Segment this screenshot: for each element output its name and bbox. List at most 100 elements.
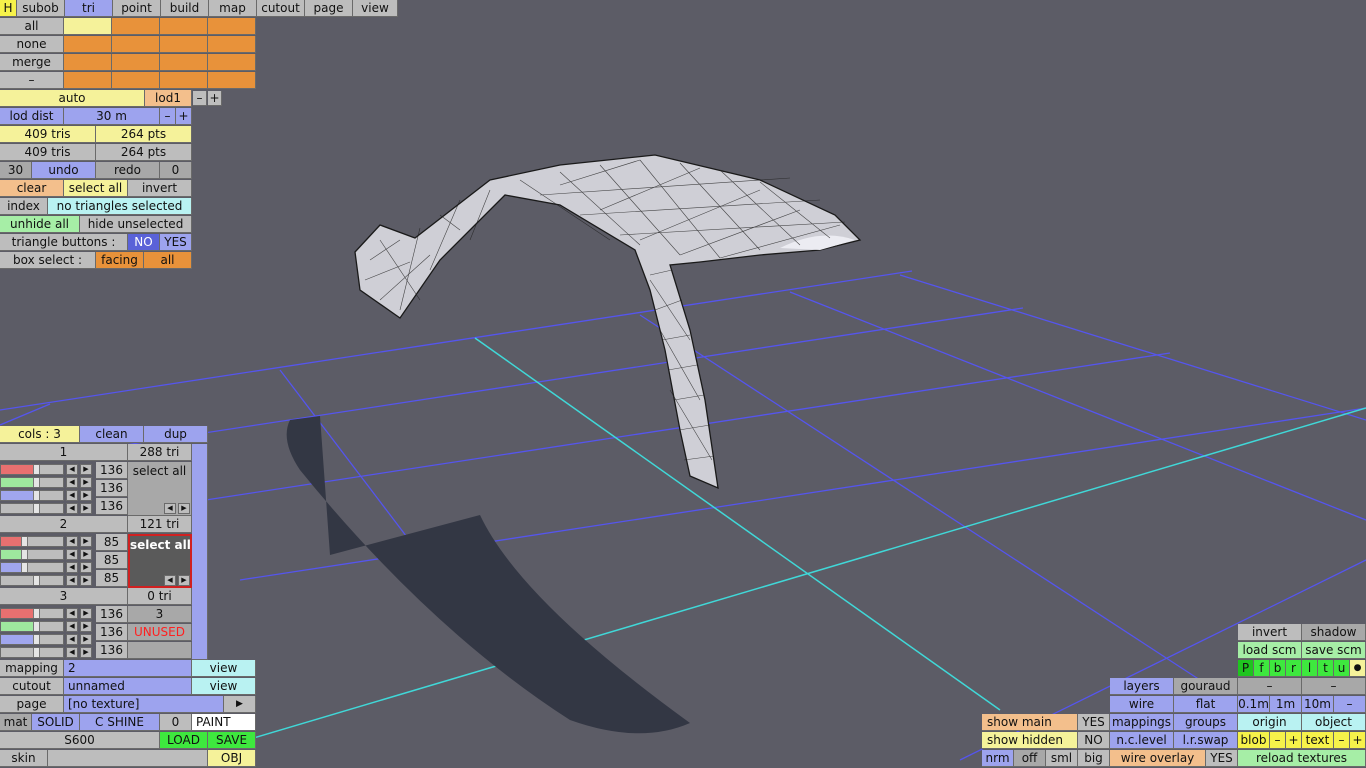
lr-swap-button[interactable]: l.r.swap	[1174, 732, 1238, 749]
clean-button[interactable]: clean	[80, 426, 144, 443]
index-button[interactable]: index	[0, 198, 48, 215]
arrow-left-icon[interactable]: ◀	[66, 621, 78, 632]
cutout-view-button[interactable]: view	[192, 678, 256, 695]
blob-minus-button[interactable]: –	[1270, 732, 1286, 749]
arrow-right-icon[interactable]: ▶	[80, 464, 92, 475]
view-right-button[interactable]: r	[1286, 660, 1302, 677]
sml-button[interactable]: sml	[1046, 750, 1078, 767]
view-top-button[interactable]: t	[1318, 660, 1334, 677]
page-next-icon[interactable]: ▶	[224, 696, 256, 713]
mapping-field[interactable]: 2	[64, 660, 192, 677]
subob-cell[interactable]	[64, 54, 112, 71]
nrm-button[interactable]: nrm	[982, 750, 1014, 767]
clear-selection-button[interactable]: clear	[0, 180, 64, 197]
select-all-button[interactable]: select all	[64, 180, 128, 197]
shine-value[interactable]: 0	[160, 714, 192, 731]
subob-cell[interactable]	[208, 72, 256, 89]
dash-right-button[interactable]: –	[1302, 678, 1366, 695]
color-value-g[interactable]: 136	[96, 624, 128, 641]
arrow-left-icon[interactable]: ◀	[66, 490, 78, 501]
color-value-r[interactable]: 85	[96, 534, 128, 551]
groups-button[interactable]: groups	[1174, 714, 1238, 731]
skin-field[interactable]	[48, 750, 208, 767]
color-value-g[interactable]: 85	[96, 552, 128, 569]
subob-cell[interactable]	[208, 18, 256, 35]
undo-button[interactable]: undo	[32, 162, 96, 179]
grid-minus-button[interactable]: –	[1334, 696, 1366, 713]
hide-unselected-button[interactable]: hide unselected	[80, 216, 192, 233]
show-main-button[interactable]: show main	[982, 714, 1078, 731]
arrow-left-icon[interactable]: ◀	[66, 464, 78, 475]
color-value-r[interactable]: 136	[96, 606, 128, 623]
tab-subob[interactable]: subob	[17, 0, 65, 17]
tab-view[interactable]: view	[353, 0, 398, 17]
color-value-b[interactable]: 85	[96, 570, 128, 587]
dash-left-button[interactable]: –	[1238, 678, 1302, 695]
box-select-facing[interactable]: facing	[96, 252, 144, 269]
arrow-right-icon[interactable]: ▶	[178, 575, 190, 586]
c-shine-button[interactable]: C SHINE	[80, 714, 160, 731]
arrow-right-icon[interactable]: ▶	[80, 562, 92, 573]
shadow-button[interactable]: shadow	[1302, 624, 1366, 641]
arrow-right-icon[interactable]: ▶	[80, 536, 92, 547]
arrow-left-icon[interactable]: ◀	[164, 503, 176, 514]
subob-cell[interactable]	[112, 54, 160, 71]
view-front-button[interactable]: f	[1254, 660, 1270, 677]
red-slider[interactable]	[0, 536, 64, 547]
view-dot-icon[interactable]: ●	[1350, 660, 1366, 677]
arrow-right-icon[interactable]: ▶	[80, 647, 92, 658]
blob-plus-button[interactable]: +	[1286, 732, 1302, 749]
tab-cutout[interactable]: cutout	[257, 0, 305, 17]
subob-cell[interactable]	[160, 54, 208, 71]
page-field[interactable]: [no texture]	[64, 696, 224, 713]
select-all-subob-button[interactable]: all	[0, 18, 64, 35]
save-button[interactable]: SAVE	[208, 732, 256, 749]
view-perspective-button[interactable]: P	[1238, 660, 1254, 677]
subob-cell[interactable]	[64, 72, 112, 89]
arrow-right-icon[interactable]: ▶	[80, 477, 92, 488]
model-name[interactable]: S600	[0, 732, 160, 749]
solid-button[interactable]: SOLID	[32, 714, 80, 731]
save-scm-button[interactable]: save scm	[1302, 642, 1366, 659]
green-slider[interactable]	[0, 477, 64, 488]
nc-level-button[interactable]: n.c.level	[1110, 732, 1174, 749]
subob-cell[interactable]	[160, 72, 208, 89]
object-button[interactable]: object	[1302, 714, 1366, 731]
obj-button[interactable]: OBJ	[208, 750, 256, 767]
tab-tri[interactable]: tri	[65, 0, 113, 17]
arrow-right-icon[interactable]: ▶	[80, 503, 92, 514]
wire-overlay-yes[interactable]: YES	[1206, 750, 1238, 767]
subob-cell[interactable]	[112, 18, 160, 35]
blob-button[interactable]: blob	[1238, 732, 1270, 749]
view-back-button[interactable]: b	[1270, 660, 1286, 677]
blue-slider[interactable]	[0, 634, 64, 645]
arrow-right-icon[interactable]: ▶	[80, 608, 92, 619]
triangle-buttons-no[interactable]: NO	[128, 234, 160, 251]
arrow-right-icon[interactable]: ▶	[80, 549, 92, 560]
arrow-left-icon[interactable]: ◀	[66, 503, 78, 514]
subob-cell[interactable]	[112, 72, 160, 89]
arrow-left-icon[interactable]: ◀	[66, 536, 78, 547]
cols-scrollbar[interactable]	[192, 444, 208, 660]
lod-minus-button[interactable]: –	[193, 91, 207, 106]
tab-map[interactable]: map	[209, 0, 257, 17]
arrow-left-icon[interactable]: ◀	[66, 608, 78, 619]
tab-build[interactable]: build	[161, 0, 209, 17]
box-select-all[interactable]: all	[144, 252, 192, 269]
origin-button[interactable]: origin	[1238, 714, 1302, 731]
view-under-button[interactable]: u	[1334, 660, 1350, 677]
flat-button[interactable]: flat	[1174, 696, 1238, 713]
dash-button[interactable]: –	[0, 72, 64, 89]
arrow-right-icon[interactable]: ▶	[80, 621, 92, 632]
tab-point[interactable]: point	[113, 0, 161, 17]
cutout-field[interactable]: unnamed	[64, 678, 192, 695]
arrow-right-icon[interactable]: ▶	[80, 634, 92, 645]
redo-button[interactable]: redo	[96, 162, 160, 179]
gouraud-button[interactable]: gouraud	[1174, 678, 1238, 695]
reload-textures-button[interactable]: reload textures	[1238, 750, 1366, 767]
green-slider[interactable]	[0, 621, 64, 632]
color-value-b[interactable]: 136	[96, 642, 128, 659]
show-hidden-no[interactable]: NO	[1078, 732, 1110, 749]
invert-button[interactable]: invert	[1238, 624, 1302, 641]
tab-page[interactable]: page	[305, 0, 353, 17]
